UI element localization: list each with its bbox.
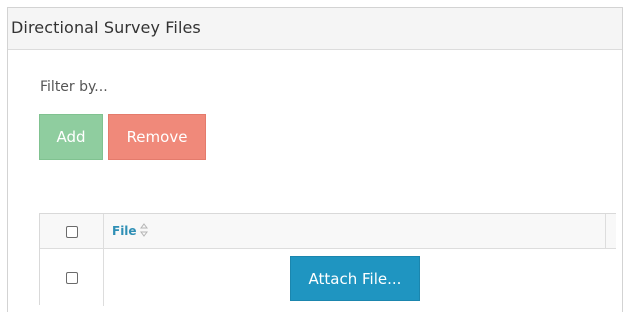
panel-title: Directional Survey Files: [11, 18, 201, 37]
filter-toggle[interactable]: Filter by...: [40, 79, 108, 95]
attach-file-button[interactable]: Attach File...: [290, 256, 420, 301]
panel-header: Directional Survey Files: [8, 8, 622, 50]
column-divider: [103, 214, 104, 306]
remove-button[interactable]: Remove: [108, 114, 206, 160]
sort-both-icon[interactable]: [140, 223, 148, 237]
row-select-checkbox[interactable]: [66, 272, 78, 284]
column-divider: [605, 214, 606, 249]
files-grid: File Attach File...: [39, 213, 616, 306]
column-header-file[interactable]: File: [112, 224, 137, 238]
grid-header-row: File: [40, 214, 616, 249]
add-button[interactable]: Add: [39, 114, 103, 160]
select-all-checkbox[interactable]: [66, 226, 78, 238]
